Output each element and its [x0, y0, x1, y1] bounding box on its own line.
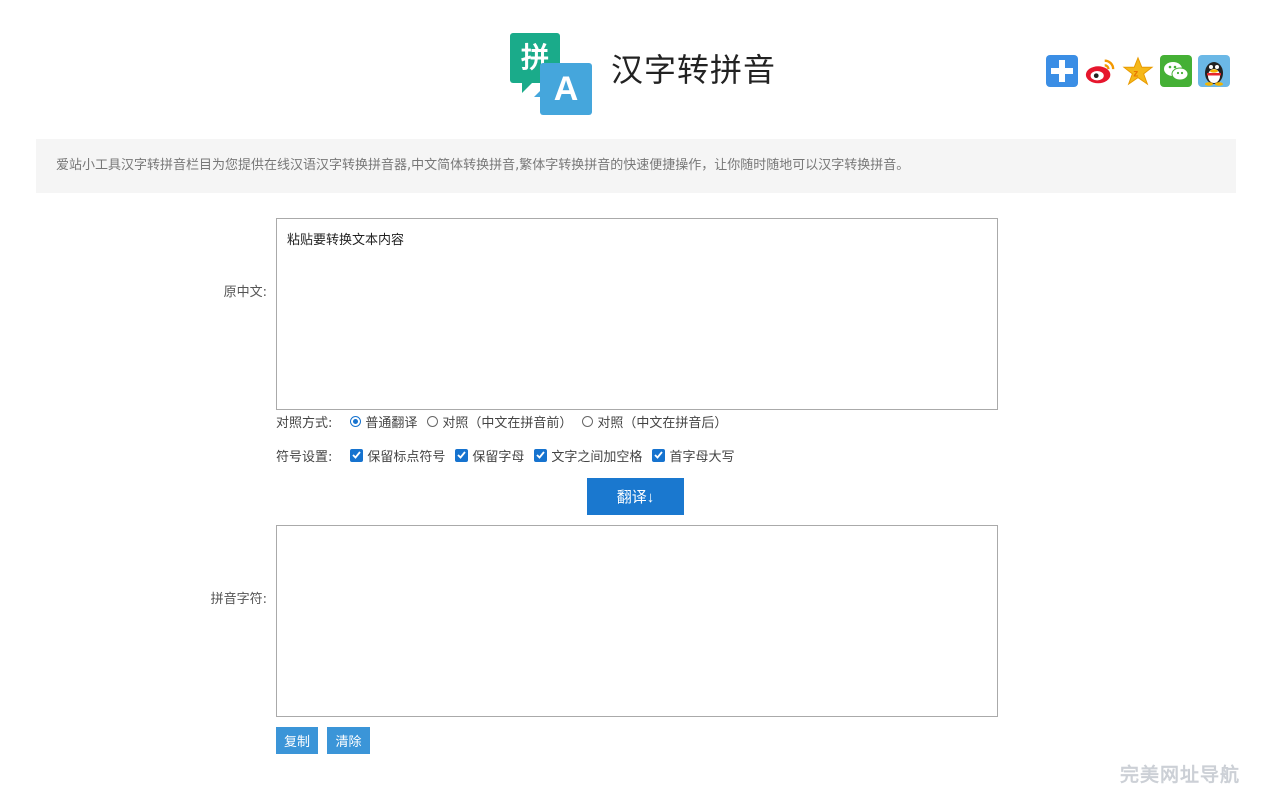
result-label: 拼音字符:: [210, 592, 267, 607]
checkbox-checked-icon[interactable]: [534, 448, 548, 462]
intro-banner: 爱站小工具汉字转拼音栏目为您提供在线汉语汉字转换拼音器,中文简体转换拼音,繁体字…: [36, 139, 1236, 193]
checkbox-checked-icon[interactable]: [350, 448, 364, 462]
symbol-option-label: 首字母大写: [669, 449, 735, 465]
mode-label: 对照方式:: [276, 415, 333, 431]
result-text-output[interactable]: [276, 525, 998, 717]
wechat-icon[interactable]: [1160, 55, 1192, 87]
copy-button[interactable]: 复制: [276, 727, 318, 754]
logo-letter-glyph: A: [540, 63, 592, 115]
qq-icon[interactable]: [1198, 55, 1230, 87]
mode-option-chinese-after[interactable]: 对照（中文在拼音后）: [582, 412, 727, 431]
source-label: 原中文:: [223, 285, 267, 300]
share-bar: z: [1046, 55, 1230, 87]
clear-button[interactable]: 清除: [327, 727, 370, 754]
checkbox-checked-icon[interactable]: [652, 448, 666, 462]
symbol-option-punctuation[interactable]: 保留标点符号: [350, 446, 445, 465]
svg-text:z: z: [1133, 69, 1138, 80]
mode-option-label: 对照（中文在拼音后）: [597, 415, 728, 431]
mode-options-row: 对照方式: 普通翻译 对照（中文在拼音前） 对照（中文在拼音后）: [276, 411, 737, 431]
site-logo[interactable]: 拼 A: [510, 33, 594, 115]
weibo-icon[interactable]: [1084, 55, 1116, 87]
translate-button[interactable]: 翻译↓: [587, 478, 684, 515]
plus-share-icon[interactable]: [1046, 55, 1078, 87]
radio-selected-icon[interactable]: [350, 415, 362, 427]
symbol-option-letters[interactable]: 保留字母: [455, 446, 524, 465]
logo-arrow: [522, 81, 534, 93]
symbol-option-label: 保留字母: [472, 449, 525, 465]
watermark: 完美网址导航: [1120, 764, 1241, 786]
symbol-options-row: 符号设置: 保留标点符号 保留字母 文字之间加空格 首字母大写: [276, 445, 744, 465]
symbol-option-label: 保留标点符号: [367, 449, 446, 465]
qzone-icon[interactable]: z: [1122, 55, 1154, 87]
radio-icon[interactable]: [582, 415, 594, 427]
mode-option-label: 普通翻译: [365, 415, 418, 431]
mode-option-normal[interactable]: 普通翻译: [350, 412, 417, 431]
page-title: 汉字转拼音: [611, 51, 777, 89]
checkbox-checked-icon[interactable]: [455, 448, 469, 462]
mode-option-label: 对照（中文在拼音前）: [442, 415, 573, 431]
symbol-option-label: 文字之间加空格: [551, 449, 643, 465]
radio-icon[interactable]: [427, 415, 439, 427]
mode-option-chinese-before[interactable]: 对照（中文在拼音前）: [427, 412, 572, 431]
source-text-input[interactable]: [276, 218, 998, 410]
symbol-option-capitalize[interactable]: 首字母大写: [652, 446, 734, 465]
symbol-label: 符号设置:: [276, 449, 333, 465]
symbol-option-spaces[interactable]: 文字之间加空格: [534, 446, 642, 465]
